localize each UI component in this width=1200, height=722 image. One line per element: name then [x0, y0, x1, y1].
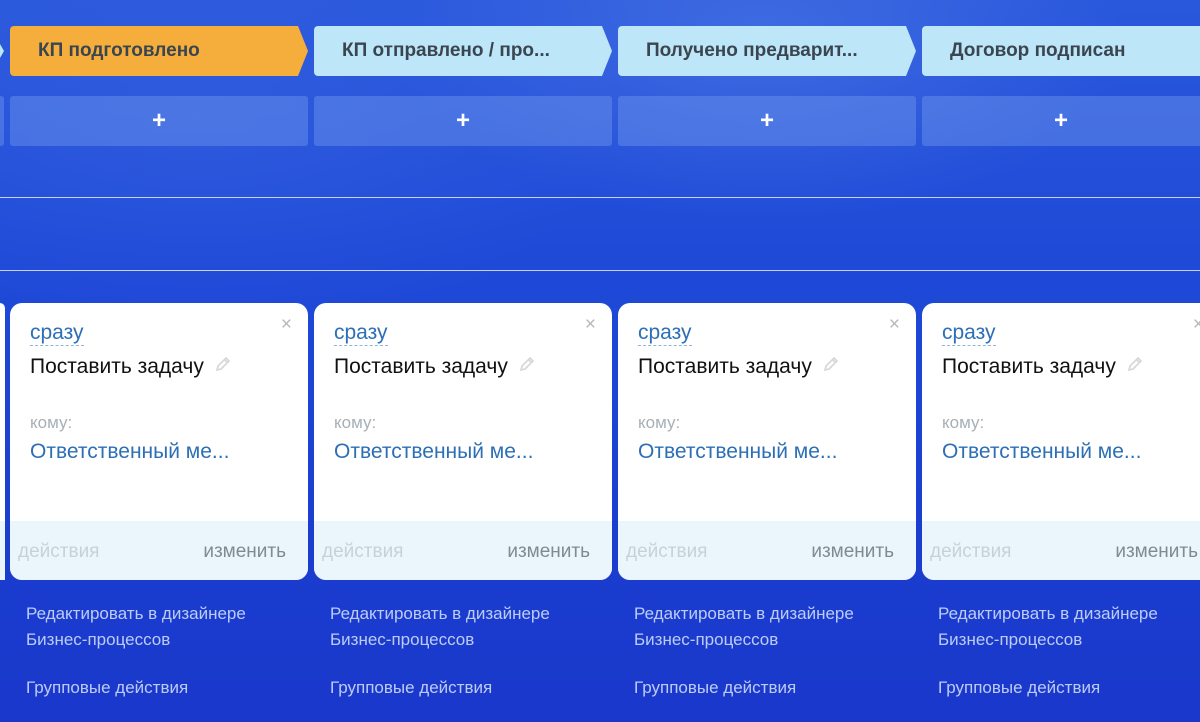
pencil-icon[interactable] — [518, 355, 536, 379]
pencil-icon[interactable] — [1126, 355, 1144, 379]
section-divider — [0, 197, 1200, 198]
close-icon[interactable]: × — [585, 315, 596, 334]
timing-link[interactable]: сразу — [638, 321, 692, 346]
recipient-value[interactable]: Ответственный ме... — [942, 440, 1141, 464]
add-button[interactable]: + — [314, 96, 612, 146]
plus-icon: + — [455, 107, 470, 134]
designer-link[interactable]: Редактировать в дизайнере Бизнес-процессо… — [634, 601, 854, 653]
robot-card: сразу × Поставить задачу кому: Ответстве… — [922, 303, 1200, 580]
plus-icon: + — [1053, 107, 1068, 134]
plus-icon: + — [151, 107, 166, 134]
timing-link[interactable]: сразу — [30, 321, 84, 346]
stage-contract-signed[interactable]: Договор подписан — [922, 26, 1200, 76]
card-footer: действия изменить — [618, 521, 916, 580]
recipient-value[interactable]: Ответственный ме... — [334, 440, 533, 464]
robot-card: сразу × Поставить задачу кому: Ответстве… — [618, 303, 916, 580]
actions-label: действия — [322, 541, 404, 562]
robot-card: сразу × Поставить задачу кому: Ответстве… — [10, 303, 308, 580]
add-button[interactable]: + — [10, 96, 308, 146]
recipient-value[interactable]: Ответственный ме... — [30, 440, 229, 464]
prev-card-stub — [0, 303, 5, 580]
pencil-icon[interactable] — [214, 355, 232, 379]
task-title: Поставить задачу — [334, 355, 536, 379]
group-actions-link[interactable]: Групповые действия — [330, 675, 492, 701]
close-icon[interactable]: × — [1193, 315, 1200, 334]
close-icon[interactable]: × — [889, 315, 900, 334]
recipient-label: кому: — [942, 413, 985, 432]
card-footer: действия изменить — [922, 521, 1200, 580]
edit-button[interactable]: изменить — [1115, 541, 1198, 563]
stage-kp-sent[interactable]: КП отправлено / про... — [314, 26, 612, 76]
timing-link[interactable]: сразу — [334, 321, 388, 346]
card-footer: действия изменить — [314, 521, 612, 580]
recipient-label: кому: — [334, 413, 377, 432]
recipient-label: кому: — [30, 413, 73, 432]
prev-stage-stub — [0, 26, 5, 76]
task-title: Поставить задачу — [638, 355, 840, 379]
actions-label: действия — [626, 541, 708, 562]
section-divider — [0, 270, 1200, 271]
edit-button[interactable]: изменить — [507, 541, 590, 563]
stage-label: КП подготовлено — [38, 40, 200, 61]
group-actions-link[interactable]: Групповые действия — [26, 675, 188, 701]
add-button[interactable]: + — [618, 96, 916, 146]
pencil-icon[interactable] — [822, 355, 840, 379]
robot-card: сразу × Поставить задачу кому: Ответстве… — [314, 303, 612, 580]
recipient-label: кому: — [638, 413, 681, 432]
stage-label: Договор подписан — [950, 40, 1126, 61]
timing-link[interactable]: сразу — [942, 321, 996, 346]
task-title: Поставить задачу — [942, 355, 1144, 379]
stage-kp-prepared[interactable]: КП подготовлено — [10, 26, 308, 76]
task-title: Поставить задачу — [30, 355, 232, 379]
add-button[interactable]: + — [922, 96, 1200, 146]
stage-preliminary-received[interactable]: Получено предварит... — [618, 26, 916, 76]
designer-link[interactable]: Редактировать в дизайнере Бизнес-процессо… — [26, 601, 246, 653]
actions-label: действия — [930, 541, 1012, 562]
actions-label: действия — [18, 541, 100, 562]
designer-link[interactable]: Редактировать в дизайнере Бизнес-процессо… — [938, 601, 1158, 653]
close-icon[interactable]: × — [281, 315, 292, 334]
designer-link[interactable]: Редактировать в дизайнере Бизнес-процессо… — [330, 601, 550, 653]
group-actions-link[interactable]: Групповые действия — [634, 675, 796, 701]
card-footer: действия изменить — [10, 521, 308, 580]
stage-label: Получено предварит... — [646, 40, 858, 61]
prev-add-button-stub — [0, 96, 4, 146]
plus-icon: + — [759, 107, 774, 134]
stage-label: КП отправлено / про... — [342, 40, 550, 61]
group-actions-link[interactable]: Групповые действия — [938, 675, 1100, 701]
edit-button[interactable]: изменить — [811, 541, 894, 563]
edit-button[interactable]: изменить — [203, 541, 286, 563]
recipient-value[interactable]: Ответственный ме... — [638, 440, 837, 464]
